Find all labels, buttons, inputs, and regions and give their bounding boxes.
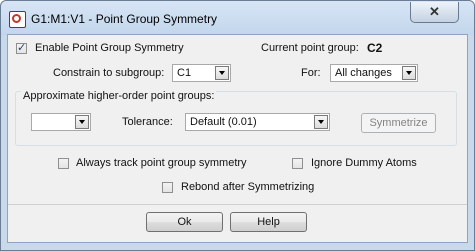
enable-point-group-label: Enable Point Group Symmetry: [35, 42, 184, 54]
current-point-group-value: C2: [367, 41, 383, 55]
rebond-label: Rebond after Symmetrizing: [181, 181, 315, 193]
divider: [8, 204, 467, 205]
application-icon: [9, 11, 26, 28]
ignore-dummy-atoms-checkbox[interactable]: [292, 158, 303, 169]
constrain-subgroup-value: C1: [177, 67, 192, 79]
approximate-groupbox-label: Approximate higher-order point groups:: [21, 90, 217, 102]
current-point-group-label: Current point group:: [261, 42, 359, 54]
chevron-down-icon[interactable]: [215, 66, 229, 80]
for-value: All changes: [335, 67, 392, 79]
approximate-group-dropdown[interactable]: [31, 113, 91, 131]
symmetrize-button[interactable]: Symmetrize: [361, 113, 436, 133]
for-dropdown[interactable]: All changes: [330, 64, 418, 82]
close-button[interactable]: ✕: [410, 2, 459, 23]
always-track-label: Always track point group symmetry: [76, 157, 247, 169]
always-track-checkbox[interactable]: [58, 158, 69, 169]
tolerance-dropdown[interactable]: Default (0.01): [185, 113, 330, 131]
title-bar[interactable]: G1:M1:V1 - Point Group Symmetry ✕: [1, 1, 474, 35]
tolerance-label: Tolerance:: [122, 116, 173, 128]
chevron-down-icon[interactable]: [402, 66, 416, 80]
enable-point-group-checkbox[interactable]: [16, 41, 27, 54]
constrain-subgroup-label: Constrain to subgroup:: [53, 67, 165, 79]
chevron-down-icon[interactable]: [314, 115, 328, 129]
constrain-subgroup-dropdown[interactable]: C1: [172, 64, 231, 82]
tolerance-value: Default (0.01): [190, 116, 257, 128]
window-title: G1:M1:V1 - Point Group Symmetry: [31, 12, 218, 26]
ignore-dummy-atoms-label: Ignore Dummy Atoms: [311, 157, 417, 169]
help-button-label: Help: [257, 216, 280, 228]
chevron-down-icon[interactable]: [75, 115, 89, 129]
help-button[interactable]: Help: [230, 212, 307, 232]
rebond-checkbox[interactable]: [162, 182, 173, 193]
symmetrize-button-label: Symmetrize: [369, 117, 428, 129]
close-icon: ✕: [429, 4, 440, 19]
for-label: For:: [301, 67, 321, 79]
ok-button-label: Ok: [177, 216, 192, 228]
ok-button[interactable]: Ok: [146, 212, 223, 232]
